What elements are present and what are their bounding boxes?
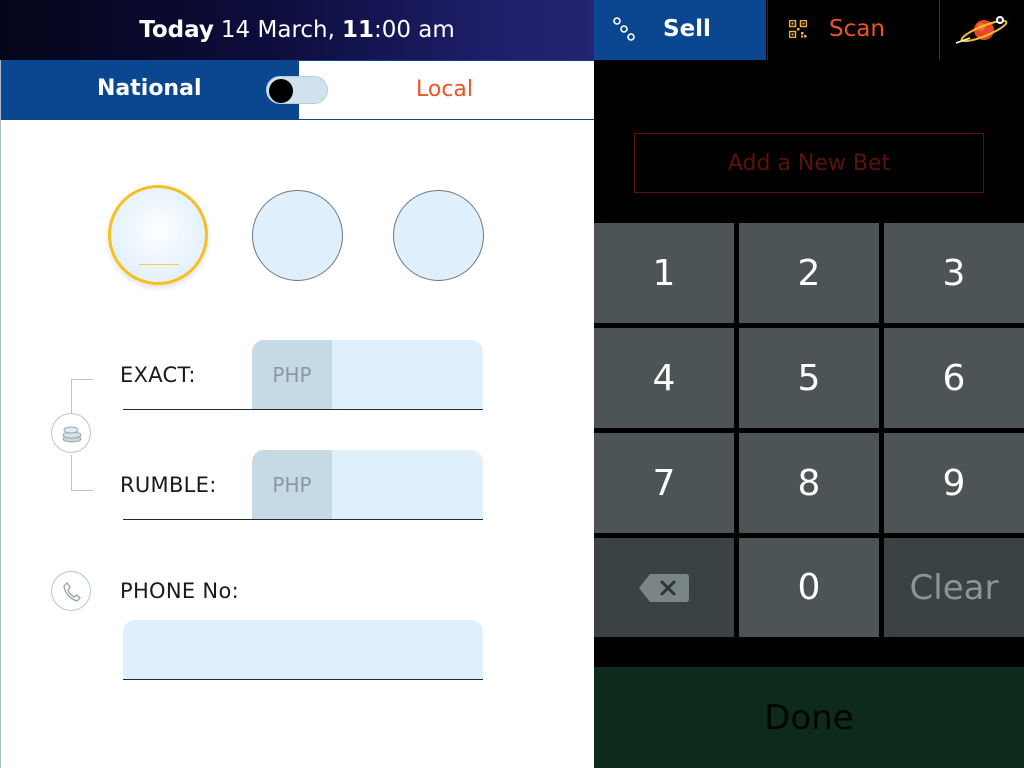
exact-underline [123,409,483,410]
tab-local[interactable]: Local [298,60,595,120]
rumble-currency-prefix: PHP [252,450,332,519]
backspace-button[interactable] [594,538,734,637]
link-dots-icon [613,17,635,41]
coins-button[interactable] [51,413,91,453]
coins-icon [62,426,82,443]
key-3[interactable]: 3 [884,223,1024,323]
tab-national-label: National [97,76,202,101]
key-2[interactable]: 2 [739,223,879,323]
date-today-label: Today [139,17,214,43]
exact-label: EXACT: [120,363,196,387]
exact-amount-value[interactable] [332,340,483,409]
tab-national[interactable]: National [1,60,298,120]
key-0[interactable]: 0 [739,538,879,637]
clear-button[interactable]: Clear [884,538,1024,637]
done-button[interactable]: Done [594,667,1024,768]
time-rest: :00 am [373,17,455,43]
key-8[interactable]: 8 [739,433,879,533]
scan-label: Scan [829,16,885,42]
rumble-underline [123,519,483,520]
number-slot-2[interactable] [252,190,343,281]
tab-local-label: Local [416,77,474,102]
rumble-amount-value[interactable] [332,450,483,519]
app-logo[interactable] [939,0,1024,60]
exact-amount-field[interactable]: PHP [252,340,483,410]
phone-icon [63,582,81,602]
number-slot-1[interactable] [108,185,208,285]
key-1[interactable]: 1 [594,223,734,323]
phone-button [51,571,91,611]
bet-type-bracket-top [71,379,93,415]
key-9[interactable]: 9 [884,433,1024,533]
key-4[interactable]: 4 [594,328,734,428]
bet-type-bracket-bottom [71,455,93,491]
scan-button[interactable]: Scan [767,0,939,60]
bet-form-panel: National Local EXACT: PHP RUMBLE: PHP PH… [0,60,595,768]
slot-cursor [139,264,179,265]
phone-label: PHONE No: [120,579,239,603]
top-bar: Today 14 March, 11:00 am Sell Scan [0,0,1024,60]
sell-label: Sell [663,16,711,42]
keypad-panel: Add a New Bet 1 2 3 4 5 6 7 8 9 0 Clear … [594,60,1024,768]
time-hour: 11 [341,17,374,43]
key-5[interactable]: 5 [739,328,879,428]
national-local-toggle[interactable] [266,76,328,104]
rumble-amount-field[interactable]: PHP [252,450,483,520]
number-slot-3[interactable] [393,190,484,281]
phone-underline [123,679,483,680]
sell-button[interactable]: Sell [594,0,766,60]
date-day: 14 March, [220,17,335,43]
date-time-display: Today 14 March, 11:00 am [0,0,594,60]
rumble-label: RUMBLE: [120,473,217,497]
toggle-knob [269,79,293,103]
phone-number-field[interactable] [123,620,483,680]
key-6[interactable]: 6 [884,328,1024,428]
key-7[interactable]: 7 [594,433,734,533]
backspace-icon [639,573,689,602]
qr-code-icon [789,20,807,38]
add-new-bet-button[interactable]: Add a New Bet [634,133,984,193]
exact-currency-prefix: PHP [252,340,332,409]
planet-logo-icon [955,16,1008,44]
